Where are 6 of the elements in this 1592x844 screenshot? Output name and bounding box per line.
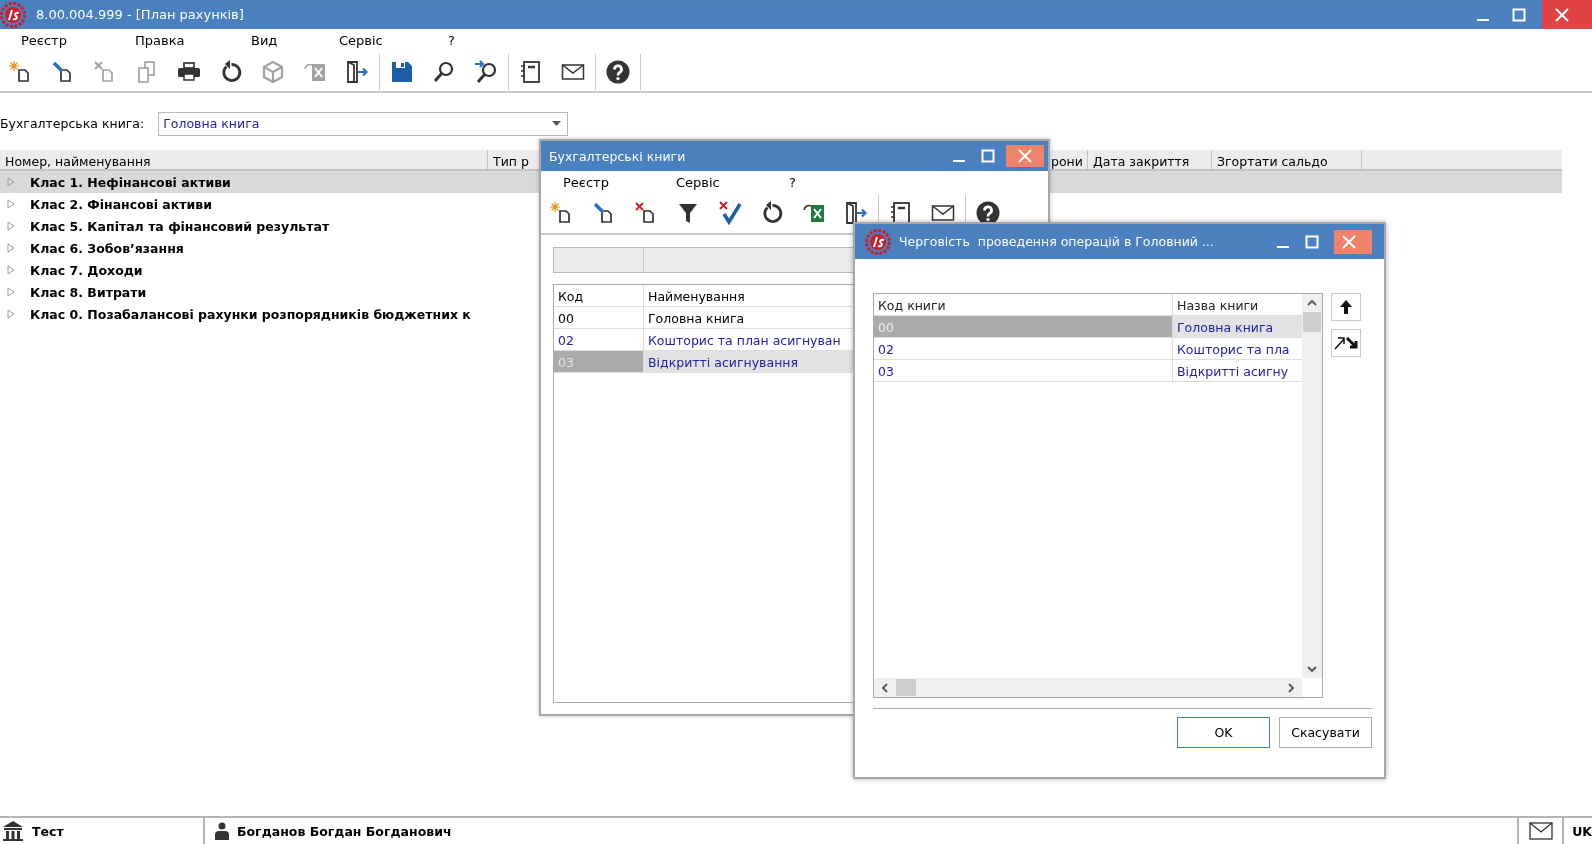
dialog-title: Черговість проведення операцій в Головний ...: [899, 234, 1214, 249]
dialog-title: Бухгалтерські книги: [549, 148, 686, 164]
window-title: 8.00.004.999 - [План рахунків]: [36, 7, 244, 22]
organization-name: Тест: [32, 823, 64, 839]
user-name: Богданов Богдан Богданович: [237, 823, 452, 839]
field-label: Бухгалтерська книга:: [0, 116, 145, 131]
